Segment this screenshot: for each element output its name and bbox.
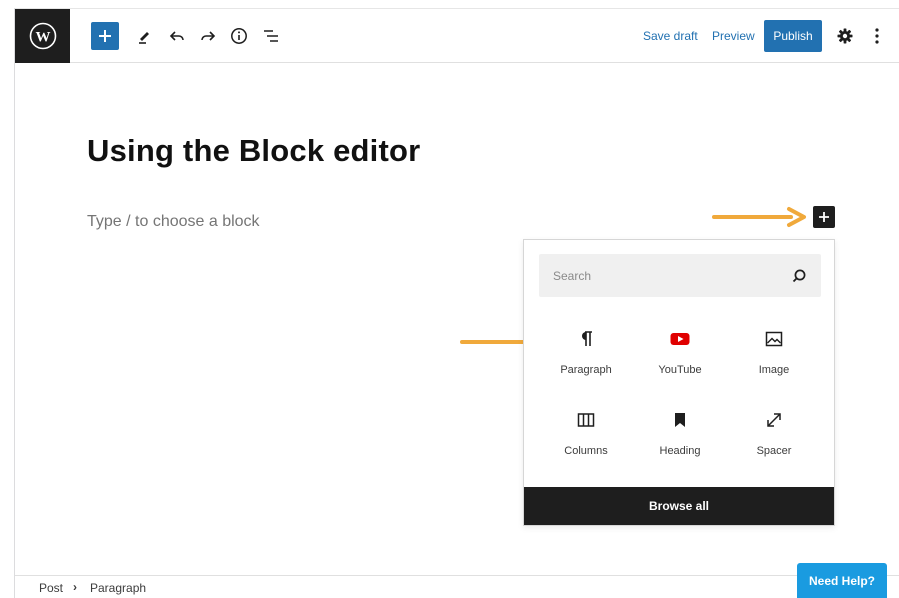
block-label: YouTube (658, 364, 702, 376)
block-label: Image (758, 364, 790, 376)
info-icon (231, 28, 247, 44)
post-title[interactable]: Using the Block editor (87, 133, 420, 169)
editor-frame: W Save draft Preview Publish Using the B… (14, 8, 899, 598)
add-block-button[interactable] (91, 22, 119, 50)
block-label: Paragraph (560, 364, 612, 376)
redo-icon (201, 31, 216, 41)
inline-add-block-button[interactable] (813, 206, 835, 228)
resize-icon (767, 413, 781, 427)
breadcrumb-paragraph[interactable]: Paragraph (90, 581, 146, 595)
block-paragraph[interactable]: Paragraph (539, 315, 633, 391)
bookmark-icon (675, 413, 685, 427)
browse-all-button[interactable]: Browse all (524, 487, 834, 525)
preview-button[interactable]: Preview (712, 29, 755, 43)
block-image[interactable]: Image (727, 315, 821, 391)
wordpress-logo-icon[interactable]: W (15, 9, 70, 63)
undo-button[interactable] (165, 22, 189, 50)
undo-icon (169, 31, 184, 41)
columns-icon (577, 413, 595, 427)
search-input[interactable] (539, 254, 779, 297)
top-toolbar: W Save draft Preview Publish (15, 9, 899, 63)
block-heading[interactable]: Heading (633, 396, 727, 472)
search-box (539, 254, 821, 297)
block-label: Heading (659, 445, 701, 457)
plus-icon (99, 30, 111, 42)
block-inserter-popover: Paragraph YouTube Imag (523, 239, 835, 526)
svg-text:W: W (35, 30, 50, 46)
block-spacer[interactable]: Spacer (727, 396, 821, 472)
publish-button[interactable]: Publish (764, 20, 822, 52)
options-button[interactable] (869, 22, 885, 50)
breadcrumb-post[interactable]: Post (39, 581, 63, 595)
image-icon (765, 331, 783, 347)
youtube-icon (670, 333, 690, 345)
gear-icon (837, 28, 853, 44)
kebab-icon (875, 28, 879, 44)
pencil-icon (139, 32, 149, 44)
settings-button[interactable] (833, 22, 857, 50)
block-label: Spacer (756, 445, 792, 457)
search-icon[interactable] (791, 268, 807, 284)
tools-button[interactable] (133, 22, 157, 50)
annotation-arrow-icon (712, 207, 806, 227)
block-placeholder[interactable]: Type / to choose a block (87, 213, 260, 231)
details-button[interactable] (227, 22, 251, 50)
block-youtube[interactable]: YouTube (633, 315, 727, 391)
chevron-right-icon: › (73, 580, 77, 594)
need-help-button[interactable]: Need Help? (797, 563, 887, 598)
block-columns[interactable]: Columns (539, 396, 633, 472)
save-draft-button[interactable]: Save draft (643, 29, 698, 43)
list-view-icon (264, 30, 278, 42)
plus-icon (819, 212, 829, 222)
paragraph-icon (582, 331, 592, 346)
breadcrumb: Post › Paragraph (15, 575, 899, 598)
redo-button[interactable] (196, 22, 220, 50)
block-label: Columns (564, 445, 608, 457)
list-view-button[interactable] (259, 22, 283, 50)
